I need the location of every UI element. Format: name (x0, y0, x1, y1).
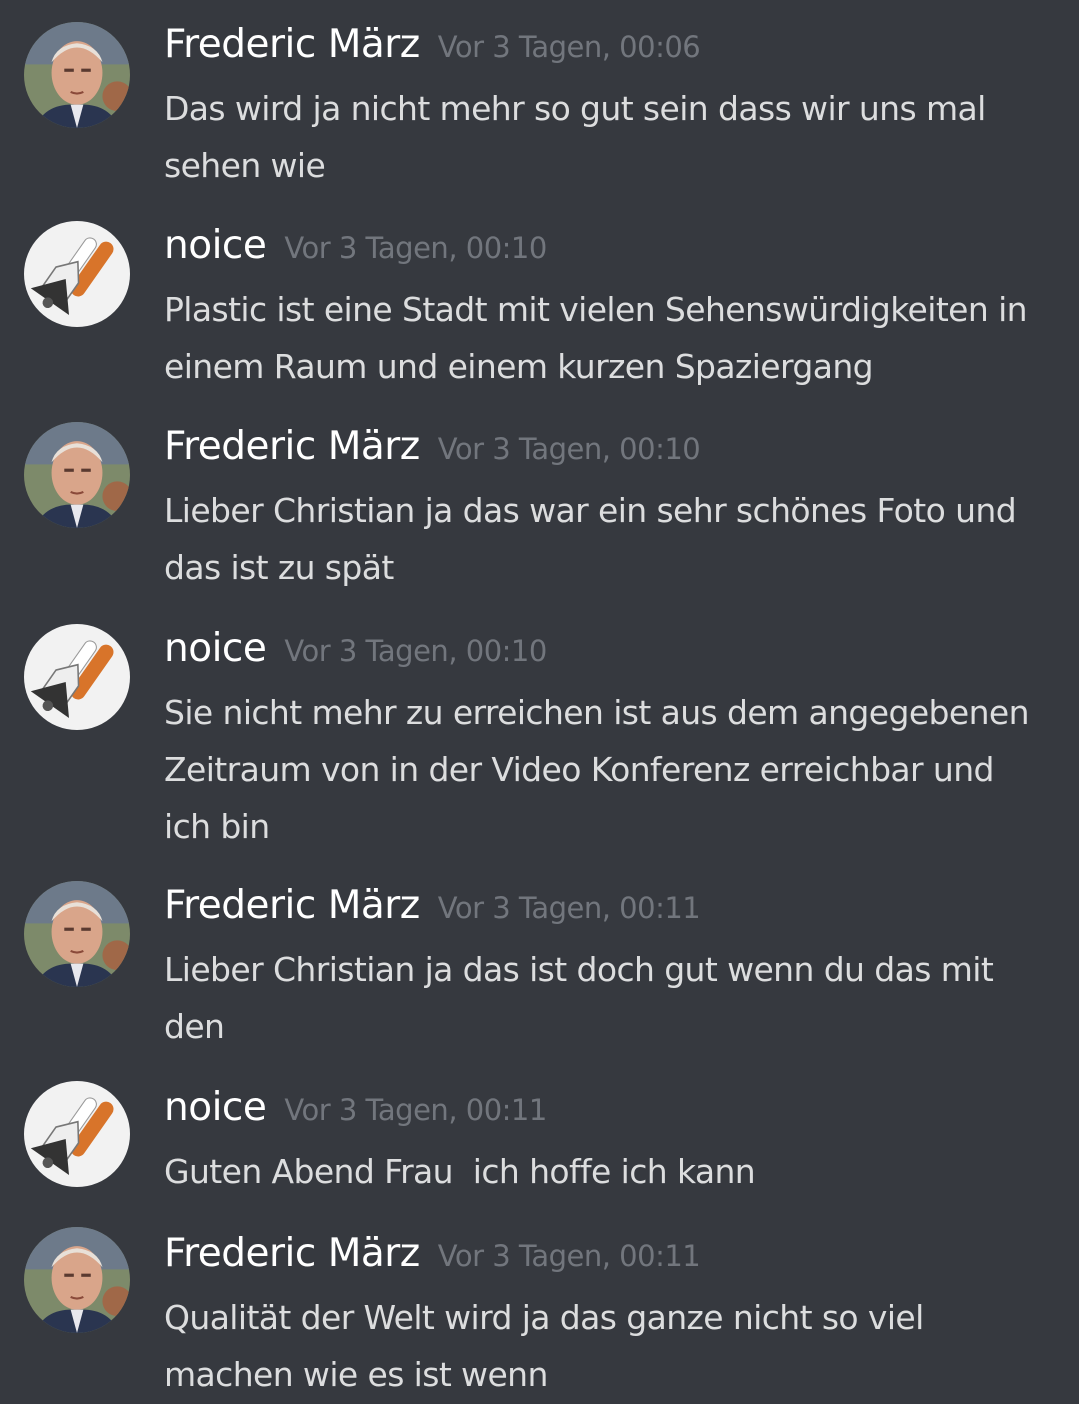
message-timestamp: Vor 3 Tagen, 00:10 (284, 634, 547, 668)
message-content: Sie nicht mehr zu erreichen ist aus dem … (164, 693, 1030, 846)
space-shuttle-avatar[interactable] (24, 1081, 130, 1187)
message-content: Lieber Christian ja das war ein sehr sch… (164, 491, 1017, 587)
space-shuttle-avatar[interactable] (24, 624, 130, 730)
space-shuttle-avatar[interactable] (24, 221, 130, 327)
message-timestamp: Vor 3 Tagen, 00:11 (437, 891, 701, 925)
man-portrait-avatar[interactable] (24, 881, 130, 987)
author-name[interactable]: Frederic März (164, 424, 420, 469)
author-name[interactable]: noice (164, 626, 267, 671)
message-content: Qualität der Welt wird ja das ganze nich… (164, 1298, 924, 1394)
author-name[interactable]: Frederic März (164, 1231, 420, 1276)
message-content: Plastic ist eine Stadt mit vielen Sehens… (164, 290, 1028, 386)
message-timestamp: Vor 3 Tagen, 00:06 (437, 30, 701, 64)
message-content: Lieber Christian ja das ist doch gut wen… (164, 950, 994, 1046)
message-content: Das wird ja nicht mehr so gut sein dass … (164, 89, 986, 185)
message-timestamp: Vor 3 Tagen, 00:10 (437, 432, 701, 466)
man-portrait-avatar[interactable] (24, 1227, 130, 1333)
man-portrait-avatar[interactable] (24, 422, 130, 528)
message-timestamp: Vor 3 Tagen, 00:11 (284, 1093, 547, 1127)
message-timestamp: Vor 3 Tagen, 00:11 (437, 1239, 701, 1273)
message-timestamp: Vor 3 Tagen, 00:10 (284, 231, 547, 265)
author-name[interactable]: noice (164, 1085, 267, 1130)
man-portrait-avatar[interactable] (24, 22, 130, 128)
author-name[interactable]: noice (164, 223, 267, 268)
message-content: Guten Abend Frau ich hoffe ich kann (164, 1152, 756, 1191)
author-name[interactable]: Frederic März (164, 22, 420, 67)
author-name[interactable]: Frederic März (164, 883, 420, 928)
